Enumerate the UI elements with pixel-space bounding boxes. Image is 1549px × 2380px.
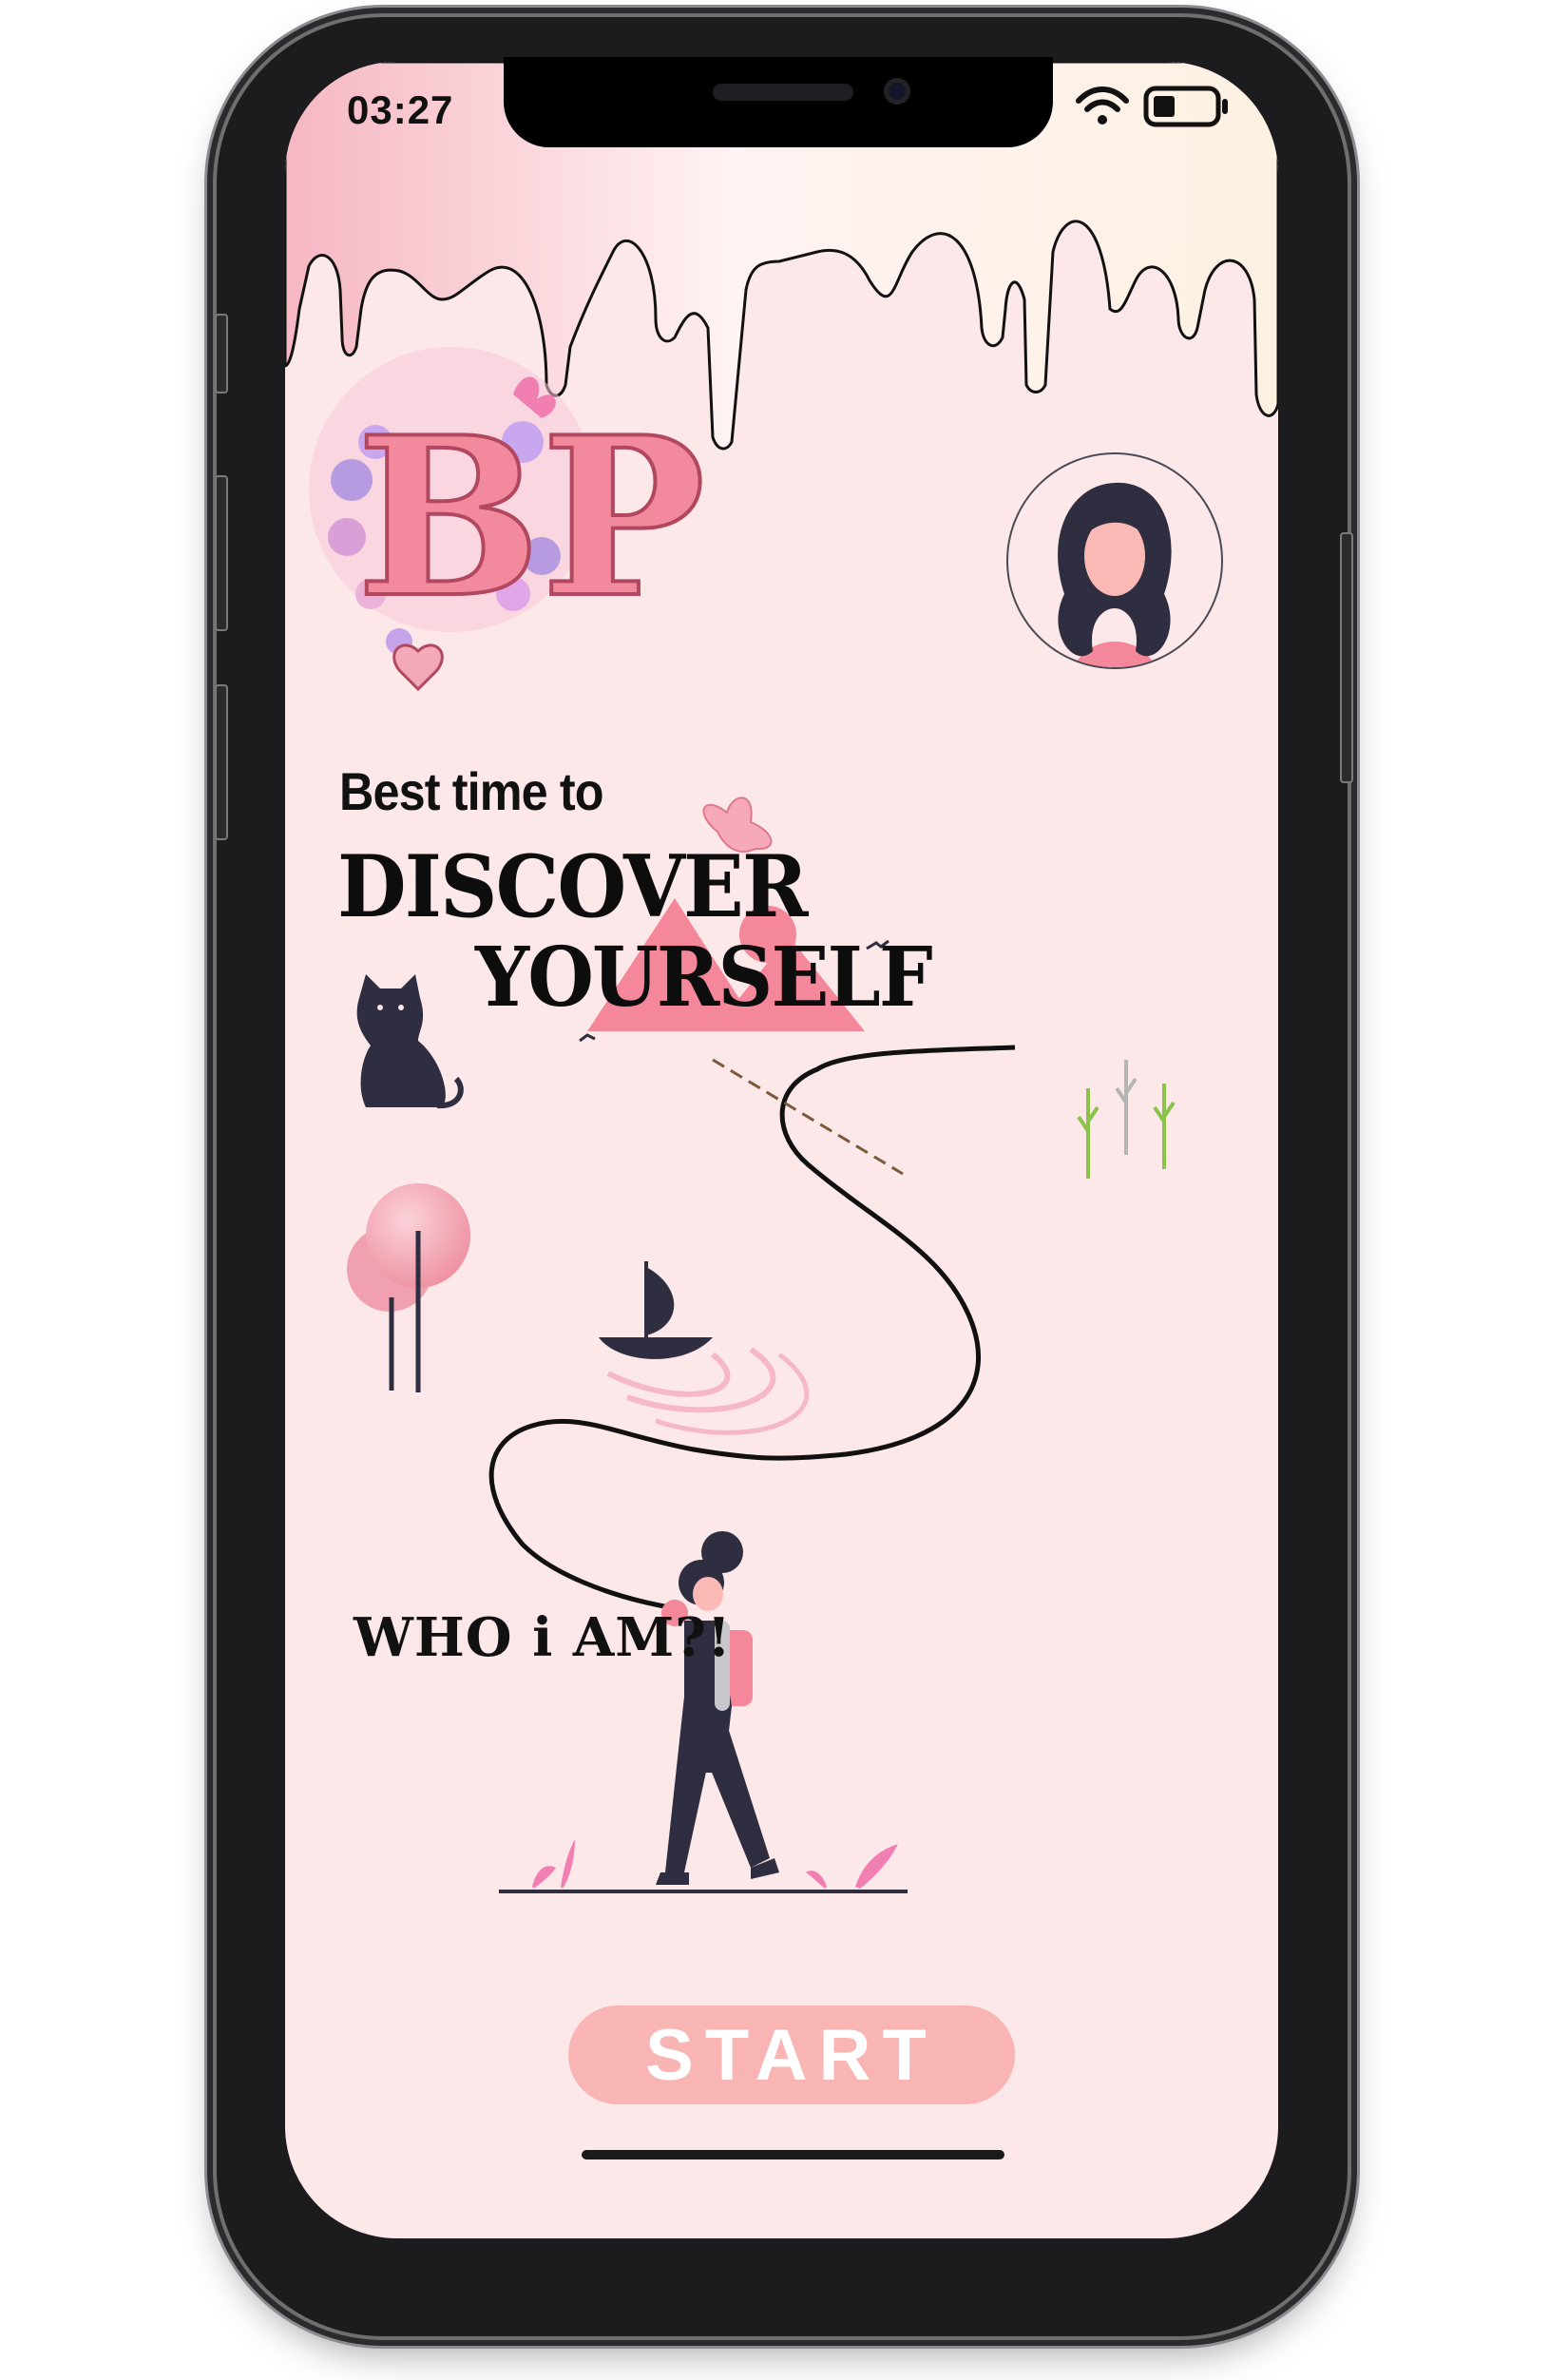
illustration-layer: BP — [285, 62, 1278, 1893]
logo-letters: BP — [356, 390, 705, 646]
volume-up-button — [215, 475, 228, 631]
power-button — [1340, 532, 1353, 783]
headline-intro: Best time to — [339, 761, 604, 821]
app-screen: BP — [285, 62, 1278, 2238]
volume-down-button — [215, 684, 228, 840]
winding-path — [488, 1045, 1016, 1611]
bp-logo: BP — [309, 347, 707, 692]
speaker-grille — [713, 84, 853, 101]
wifi-icon — [1076, 86, 1129, 125]
mute-switch — [215, 314, 228, 393]
grass-illustration — [1077, 1060, 1176, 1179]
cat-icon — [356, 974, 464, 1109]
walking-girl-illustration — [499, 1531, 908, 1893]
trees-illustration — [347, 1183, 470, 1392]
battery-icon — [1143, 86, 1228, 127]
notch — [504, 57, 1053, 147]
headline-discover: DISCOVER — [337, 836, 809, 937]
home-indicator — [582, 2150, 1004, 2159]
status-time: 03:27 — [347, 87, 454, 132]
path-label: WHO i AM?! — [354, 1606, 732, 1669]
front-camera — [884, 78, 910, 105]
avatar — [1006, 452, 1223, 669]
start-button[interactable]: START — [568, 2006, 1015, 2104]
boat-illustration — [599, 1261, 810, 1435]
headline-yourself: YOURSELF — [475, 930, 933, 1026]
